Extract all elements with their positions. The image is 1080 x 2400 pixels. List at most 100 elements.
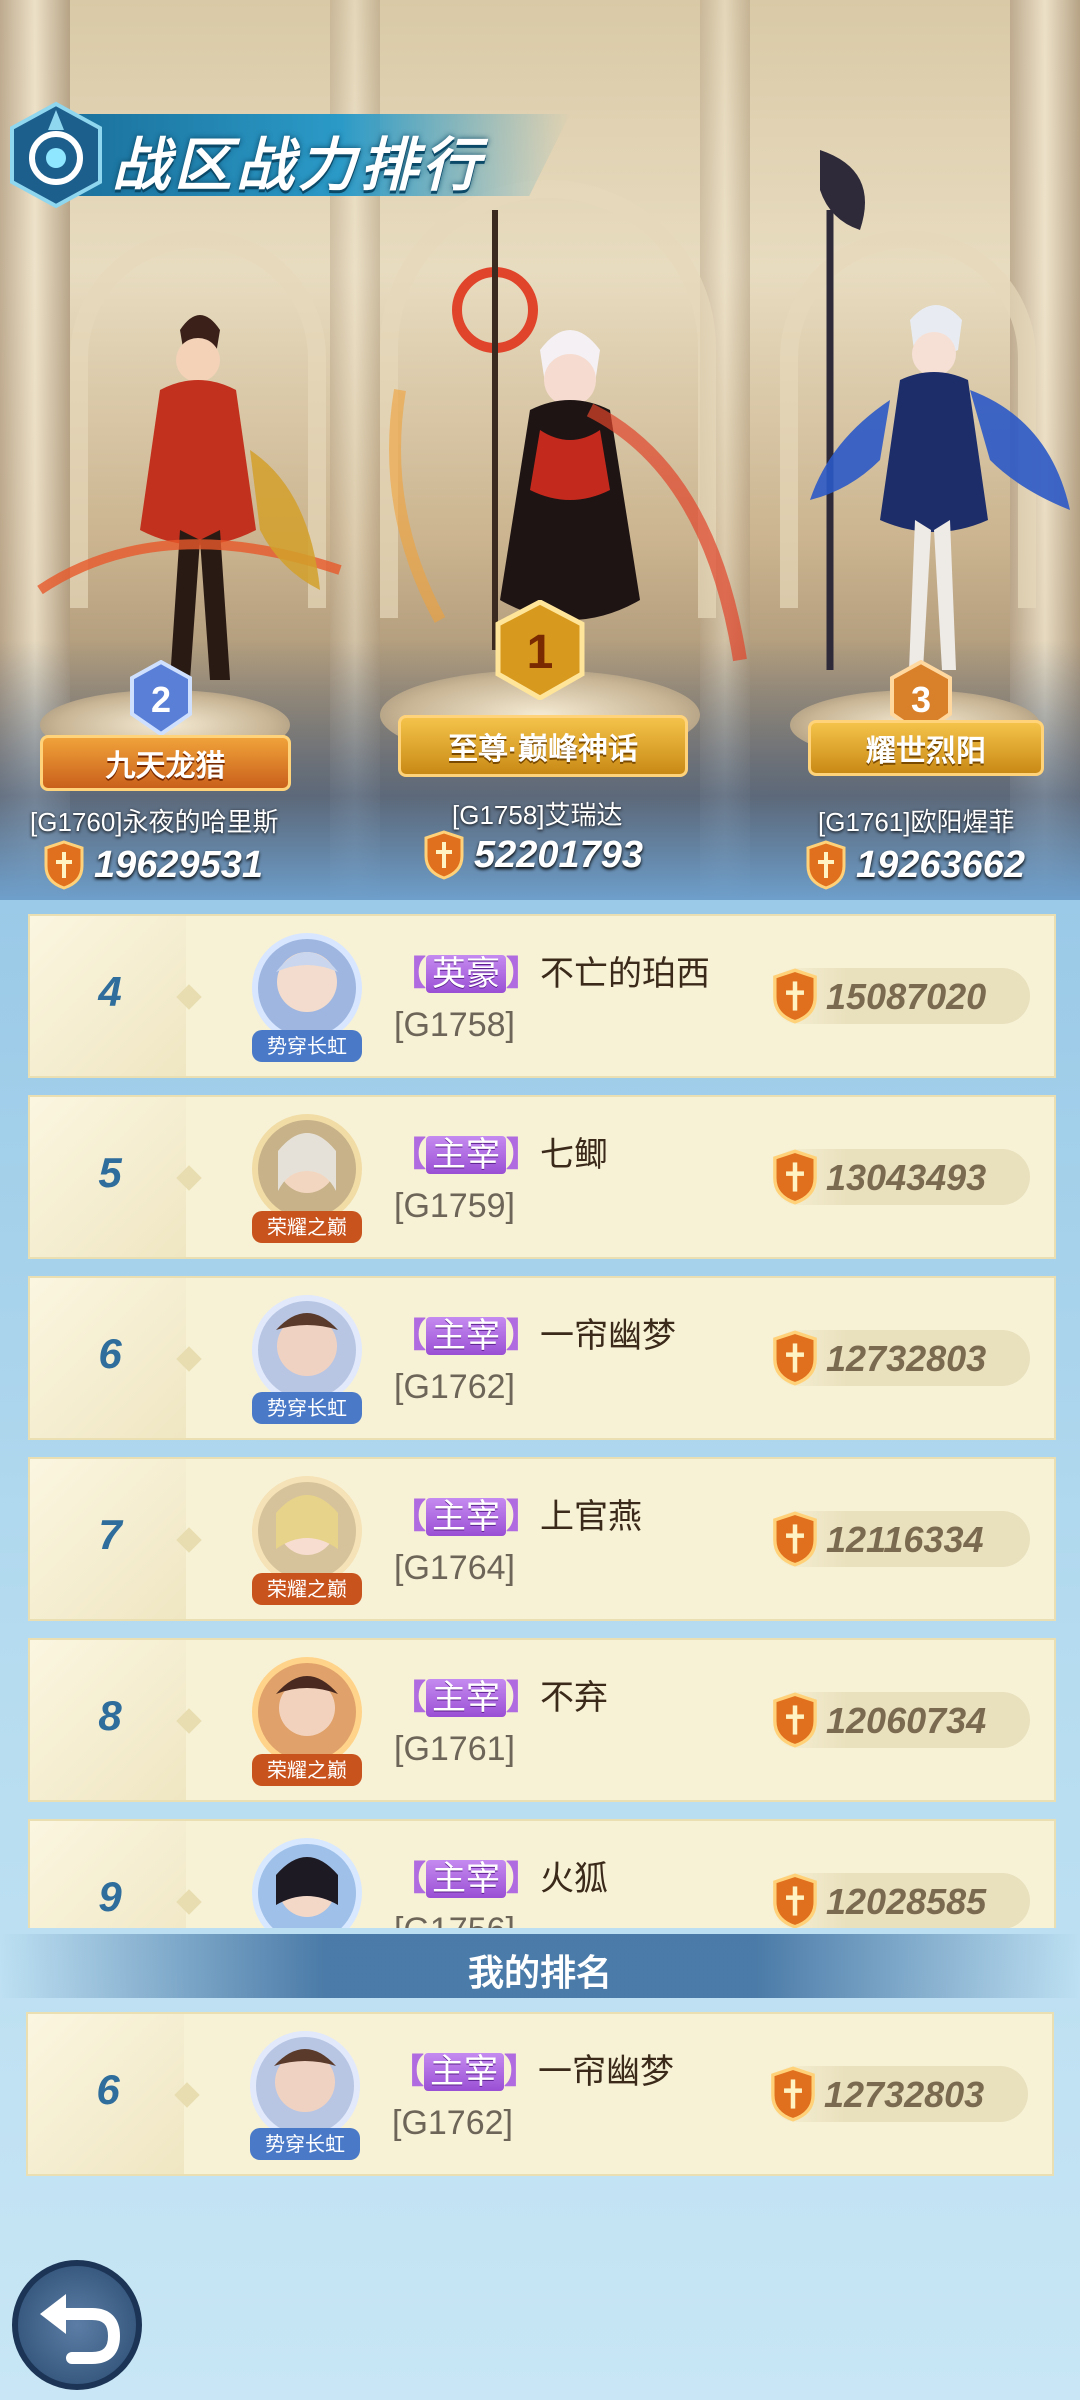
power-value: 12116334	[826, 1519, 984, 1560]
player-name-text: 七鲫	[540, 1136, 608, 1174]
rank-3-medal-number: 3	[911, 679, 931, 720]
rank-2-medal-number: 2	[151, 679, 171, 720]
player-name: 【主宰 】一帘幽梦	[392, 1317, 676, 1355]
shield-sword-icon	[806, 840, 846, 890]
rank-2-power-value: 19629531	[94, 843, 264, 886]
power-pill: 13043493	[770, 1149, 1030, 1205]
page-title: 战区战力排行	[112, 133, 485, 198]
row-rank: 8	[98, 1692, 122, 1739]
rank-1-name: [G1758]艾瑞达	[452, 800, 623, 830]
power-pill: 12116334	[770, 1511, 1030, 1567]
shield-sword-icon	[773, 968, 817, 1024]
ranking-row[interactable]: 9 【主宰】火狐 [G1756] 12028585	[28, 1819, 1056, 1928]
title-tag: 主宰	[426, 1136, 506, 1174]
row-rank: 4	[98, 968, 122, 1015]
server-id: [G1761]	[394, 1730, 515, 1768]
rank-3-name: [G1761]欧阳煋菲	[818, 807, 1015, 837]
power-pill: 12732803	[770, 1330, 1030, 1386]
rank-3-power: 19263662	[804, 840, 1025, 890]
player-name: 【主宰 】火狐	[392, 1860, 608, 1898]
title-tag: 主宰	[424, 2053, 504, 2091]
shield-sword-icon	[773, 1330, 817, 1386]
rank-3-power-value: 19263662	[856, 843, 1026, 886]
shield-sword-icon	[773, 1511, 817, 1567]
shield-sword-icon	[424, 830, 464, 880]
row-rank: 7	[98, 1511, 122, 1558]
title-tag: 英豪	[426, 955, 506, 993]
back-button[interactable]	[12, 2260, 142, 2390]
ranking-row[interactable]: 4 势穿长虹 【英豪 】不亡的珀西 [G1758] 15087020	[28, 914, 1056, 1078]
power-value: 13043493	[826, 1157, 987, 1198]
player-name: 【主宰 】上官燕	[392, 1498, 642, 1536]
row-rank: 9	[98, 1873, 122, 1920]
character-rank-3	[810, 150, 1070, 670]
ranking-row[interactable]: 8 荣耀之巅 【主宰 】不弃 [G1761] 12060734	[28, 1638, 1056, 1802]
title-tag: 主宰	[426, 1498, 506, 1536]
shield-sword-icon	[773, 1873, 817, 1928]
player-avatar: 势穿长虹	[252, 1295, 362, 1424]
avatar-frame-label: 势穿长虹	[267, 1397, 347, 1420]
avatar-frame-label: 荣耀之巅	[267, 1759, 347, 1782]
ranking-list[interactable]: 4 势穿长虹 【英豪 】不亡的珀西 [G1758] 15087020 5 荣耀之巅…	[28, 914, 1056, 1928]
power-pill: 15087020	[770, 968, 1030, 1024]
player-name: 【主宰 】七鲫	[392, 1136, 608, 1174]
character-rank-2	[37, 315, 342, 680]
player-name-text: 一帘幽梦	[538, 2053, 674, 2091]
server-id: [G1759]	[394, 1187, 515, 1225]
page-title-banner: 战区战力排行	[0, 100, 600, 210]
player-name-text: 上官燕	[540, 1498, 642, 1536]
my-rank-label: 我的排名	[467, 1952, 612, 1993]
row-rank: 6	[96, 2066, 120, 2113]
rank-1-medal-icon: 1	[495, 600, 585, 700]
rank-1-power-value: 52201793	[474, 833, 644, 876]
row-rank: 6	[98, 1330, 122, 1377]
my-rank-header: 我的排名	[0, 1934, 1080, 1998]
rank-1-medal-number: 1	[527, 626, 554, 679]
player-name: 【主宰 】不弃	[392, 1679, 608, 1717]
power-pill: 12060734	[770, 1692, 1030, 1748]
player-avatar: 势穿长虹	[252, 933, 362, 1062]
my-rank-row[interactable]: 6 势穿长虹 【主宰 】一帘幽梦 [G1762] 12732803	[26, 2012, 1054, 2176]
server-id: [G1764]	[394, 1549, 515, 1587]
player-avatar: 荣耀之巅	[252, 1657, 362, 1786]
server-id: [G1756]	[394, 1911, 515, 1928]
title-tag: 主宰	[426, 1679, 506, 1717]
player-name-text: 火狐	[540, 1860, 608, 1898]
power-value: 12028585	[826, 1881, 987, 1922]
my-rank-panel[interactable]: 6 势穿长虹 【主宰 】一帘幽梦 [G1762] 12732803	[26, 2012, 1054, 2176]
shield-sword-icon	[773, 1149, 817, 1205]
back-arrow-icon	[40, 2294, 121, 2364]
rank-2-power: 19629531	[42, 840, 263, 890]
avatar-frame-label: 荣耀之巅	[267, 1578, 347, 1601]
player-avatar: 荣耀之巅	[252, 1114, 362, 1243]
row-rank: 5	[98, 1149, 122, 1196]
player-name: 【主宰 】一帘幽梦	[390, 2053, 674, 2091]
title-tag: 主宰	[426, 1860, 506, 1898]
player-name-text: 不亡的珀西	[540, 955, 710, 993]
player-avatar: 势穿长虹	[250, 2031, 360, 2160]
rank-2-medal-icon: 2	[130, 660, 192, 736]
player-name-text: 不弃	[540, 1679, 608, 1717]
avatar-frame-label: 势穿长虹	[267, 1035, 347, 1058]
ranking-row[interactable]: 7 荣耀之巅 【主宰 】上官燕 [G1764] 12116334	[28, 1457, 1056, 1621]
avatar-frame-label: 荣耀之巅	[267, 1216, 347, 1239]
shield-sword-icon	[773, 1692, 817, 1748]
rank-3-title-banner: 耀世烈阳	[808, 720, 1044, 776]
player-avatar	[252, 1838, 362, 1928]
power-value: 15087020	[826, 976, 987, 1017]
power-pill: 12732803	[768, 2066, 1028, 2122]
player-name: 【英豪 】不亡的珀西	[392, 955, 710, 993]
power-pill: 12028585	[770, 1873, 1030, 1928]
ranking-row[interactable]: 5 荣耀之巅 【主宰 】七鲫 [G1759] 13043493	[28, 1095, 1056, 1259]
server-id: [G1762]	[392, 2104, 513, 2142]
rank-2-name: [G1760]永夜的哈里斯	[30, 807, 279, 837]
shield-sword-icon	[44, 840, 84, 890]
title-tag: 主宰	[426, 1317, 506, 1355]
shield-sword-icon	[771, 2066, 815, 2122]
ranking-row[interactable]: 6 势穿长虹 【主宰 】一帘幽梦 [G1762] 12732803	[28, 1276, 1056, 1440]
player-name-text: 一帘幽梦	[540, 1317, 676, 1355]
rank-1-title-banner: 至尊·巅峰神话	[398, 715, 688, 777]
player-avatar: 荣耀之巅	[252, 1476, 362, 1605]
power-value: 12060734	[826, 1700, 987, 1741]
server-id: [G1758]	[394, 1006, 515, 1044]
